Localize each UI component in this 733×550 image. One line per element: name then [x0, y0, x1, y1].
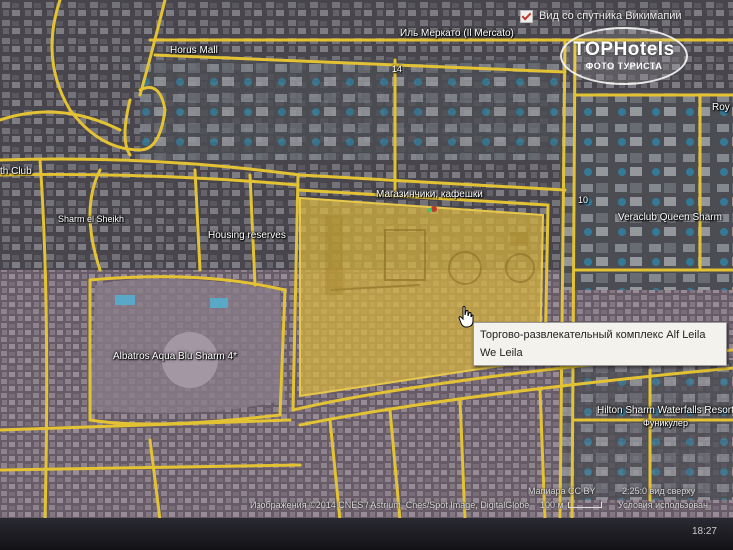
checkbox-checked-icon[interactable]	[520, 9, 533, 23]
terms-link[interactable]: Условия использован	[618, 500, 708, 510]
map-viewport[interactable]: Horus Mall Иль Меркато (Il Mercato) Мага…	[0, 0, 733, 550]
poi-marker[interactable]	[428, 208, 432, 212]
label-veraclub[interactable]: Veraclub Queen Sharm	[618, 212, 722, 223]
place-tooltip: Торгово-развлекательный комплекс Alf Lei…	[473, 322, 727, 366]
taskbar-clock[interactable]: 18:27	[692, 526, 717, 537]
label-health-club[interactable]: th Club	[0, 166, 32, 177]
label-il-mercato[interactable]: Иль Меркато (Il Mercato)	[400, 28, 514, 39]
copyright-text[interactable]: Мапиара CC BY	[528, 486, 596, 496]
scale-bar	[567, 502, 602, 508]
label-shops-cafes[interactable]: Магазинчики, кафешки	[376, 189, 483, 200]
label-number-10: 10	[578, 195, 589, 205]
label-housing-reserves[interactable]: Housing reserves	[208, 230, 286, 241]
tophotels-watermark-logo: TOPHotels ФОТО ТУРИСТА	[560, 27, 688, 85]
label-horus-mall[interactable]: Horus Mall	[170, 45, 218, 56]
label-sharm-el-sheikh[interactable]: Sharm el Sheikh	[58, 214, 124, 224]
tooltip-line-1: Торгово-развлекательный комплекс Alf Lei…	[480, 329, 706, 341]
satellite-overlay-toggle[interactable]: Вид со спутника Викимапии	[520, 6, 682, 26]
label-funicular[interactable]: Фуникулер	[643, 418, 688, 428]
label-hilton[interactable]: Hilton Sharm Waterfalls Resort 5	[597, 405, 733, 416]
poi-marker[interactable]	[431, 206, 437, 212]
imagery-attribution: Изображения ©2014 CNES / Astrium, Cnes/S…	[250, 500, 530, 510]
pool	[115, 295, 135, 305]
os-taskbar: 18:27	[0, 518, 733, 550]
label-roy[interactable]: Roy	[712, 102, 730, 113]
scale-label: 100 м	[540, 500, 564, 510]
coordinate-readout: 2:25:0 вид сверху	[622, 486, 696, 496]
label-number-14: 14	[392, 64, 403, 74]
logo-brand: TOPHotels	[573, 39, 675, 60]
logo-tagline: ФОТО ТУРИСТА	[585, 61, 663, 71]
hand-cursor-icon	[458, 306, 474, 328]
pool	[210, 298, 228, 308]
label-albatros[interactable]: Albatros Aqua Blu Sharm 4*	[113, 351, 237, 362]
satellite-overlay-label: Вид со спутника Викимапии	[539, 10, 682, 22]
tooltip-line-2: We Leila	[480, 347, 523, 359]
map-scale: 100 м	[540, 500, 602, 510]
